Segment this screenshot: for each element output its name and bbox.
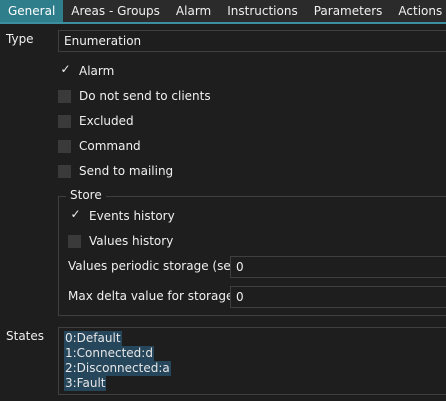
- excluded-checkbox-row[interactable]: Excluded: [58, 112, 134, 130]
- command-checkbox[interactable]: [58, 139, 71, 153]
- periodic-storage-label: Values periodic storage (sec):: [68, 259, 247, 273]
- store-group-title: Store: [66, 188, 106, 202]
- checkmark-icon: ✓: [70, 206, 81, 221]
- tab-parameters[interactable]: Parameters: [306, 0, 391, 22]
- state-line: 2:Disconnected:a: [64, 361, 171, 376]
- checkmark-icon: ✓: [60, 61, 71, 76]
- values-history-checkbox[interactable]: [68, 234, 81, 248]
- values-history-checkbox-row[interactable]: Values history: [68, 232, 173, 250]
- type-field[interactable]: Enumeration: [58, 30, 446, 52]
- alarm-checkbox-row[interactable]: ✓ Alarm: [58, 62, 114, 80]
- events-history-checkbox-row[interactable]: ✓ Events history: [68, 206, 175, 225]
- state-line: 3:Fault: [64, 376, 107, 391]
- states-label: States: [6, 329, 45, 343]
- events-history-label: Events history: [89, 209, 175, 223]
- send-to-mailing-checkbox-row[interactable]: Send to mailing: [58, 162, 173, 180]
- alarm-checkbox-label: Alarm: [79, 64, 115, 78]
- periodic-storage-input[interactable]: 0: [230, 256, 446, 278]
- general-panel: Type Enumeration ✓ Alarm Do not send to …: [0, 26, 446, 401]
- tab-general[interactable]: General: [0, 0, 64, 22]
- tab-instructions[interactable]: Instructions: [219, 0, 305, 22]
- do-not-send-checkbox-row[interactable]: Do not send to clients: [58, 87, 211, 105]
- tab-areas-groups[interactable]: Areas - Groups: [63, 0, 168, 22]
- send-to-mailing-checkbox[interactable]: [58, 164, 71, 178]
- do-not-send-checkbox[interactable]: [58, 89, 71, 103]
- type-label: Type: [6, 32, 34, 46]
- max-delta-label: Max delta value for storage:: [68, 289, 238, 303]
- states-textarea[interactable]: 0:Default 1:Connected:d 2:Disconnected:a…: [58, 327, 446, 395]
- state-line: 0:Default: [64, 331, 122, 346]
- send-to-mailing-checkbox-label: Send to mailing: [79, 164, 174, 178]
- command-checkbox-row[interactable]: Command: [58, 137, 141, 155]
- tab-actions[interactable]: Actions: [390, 0, 446, 22]
- events-history-checkbox[interactable]: ✓: [68, 206, 81, 223]
- tab-alarm[interactable]: Alarm: [168, 0, 219, 22]
- values-history-label: Values history: [89, 234, 174, 248]
- excluded-checkbox-label: Excluded: [79, 114, 134, 128]
- max-delta-input[interactable]: 0: [230, 286, 446, 308]
- excluded-checkbox[interactable]: [58, 114, 71, 128]
- do-not-send-checkbox-label: Do not send to clients: [79, 89, 211, 103]
- command-checkbox-label: Command: [79, 139, 141, 153]
- state-line: 1:Connected:d: [64, 346, 154, 361]
- alarm-checkbox[interactable]: ✓: [58, 61, 71, 78]
- tab-bar: General Areas - Groups Alarm Instruction…: [0, 0, 446, 24]
